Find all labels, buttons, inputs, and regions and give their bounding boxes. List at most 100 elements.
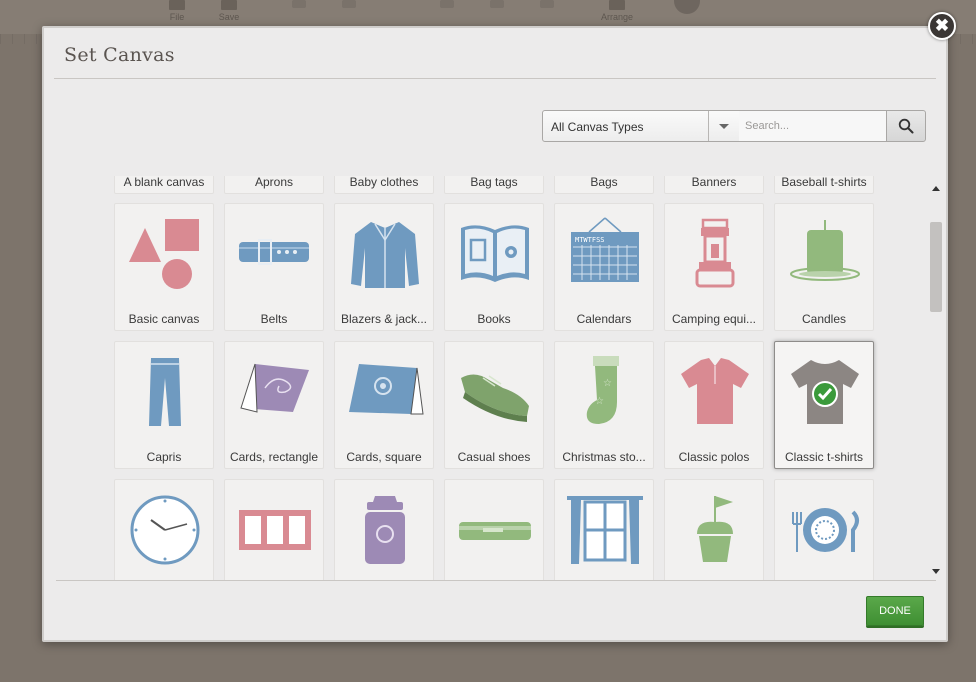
canvas-tile[interactable]: Baseball t-shirts	[774, 176, 874, 194]
canvas-tile[interactable]: A blank canvas	[114, 176, 214, 194]
arrange-icon	[609, 0, 625, 10]
stocking-icon: ☆ ☆	[586, 356, 619, 424]
canvas-tile[interactable]	[554, 479, 654, 580]
save-tool: Save	[214, 0, 244, 22]
jar-icon	[365, 496, 405, 564]
dropdown-toggle[interactable]	[708, 111, 739, 141]
canvas-tile-cards-square[interactable]: Cards, square	[334, 341, 434, 469]
tile-label: Baseball t-shirts	[781, 176, 867, 189]
toolbar-icon	[540, 0, 554, 8]
tile-label: Calendars	[576, 312, 632, 326]
scroll-up-icon[interactable]	[932, 186, 940, 191]
lantern-icon	[695, 218, 735, 288]
file-icon	[169, 0, 185, 10]
canvas-tile[interactable]	[774, 479, 874, 580]
canvas-tile[interactable]: Banners	[664, 176, 764, 194]
tile-label: Books	[477, 312, 511, 326]
canvas-tile-belts[interactable]: Belts	[224, 203, 324, 331]
save-label: Save	[218, 12, 240, 22]
toolbar-icon	[292, 0, 306, 8]
file-label: File	[169, 12, 185, 22]
canvas-tile-camping[interactable]: Camping equi...	[664, 203, 764, 331]
canvas-tile-cards-rectangle[interactable]: Cards, rectangle	[224, 341, 324, 469]
cupcake-icon	[697, 496, 733, 562]
footer-divider	[56, 580, 936, 581]
search-icon	[898, 118, 914, 134]
canvas-tile-candles[interactable]: Candles	[774, 203, 874, 331]
shapes-icon	[129, 219, 199, 289]
frame-icon	[239, 510, 311, 550]
tile-label: Belts	[260, 312, 288, 326]
tile-label: Christmas sto...	[562, 450, 646, 464]
arrange-menu: Arrange	[590, 0, 644, 22]
candle-icon	[790, 220, 860, 281]
tile-label: A blank canvas	[123, 176, 205, 189]
chevron-down-icon	[719, 124, 729, 129]
place-setting-icon	[792, 508, 859, 552]
clock-icon	[130, 495, 200, 565]
tile-label: Bags	[590, 176, 618, 189]
scrollbar-thumb[interactable]	[930, 222, 942, 312]
grid-scrollbar[interactable]	[928, 182, 944, 578]
star-icon: ☆	[595, 396, 604, 407]
tile-label: Aprons	[254, 176, 294, 189]
tile-label: Classic t-shirts	[784, 450, 863, 464]
toolbar-icon	[342, 0, 356, 8]
canvas-tile-capris[interactable]: Capris	[114, 341, 214, 469]
card-rectangle-icon	[240, 363, 309, 413]
arrange-label: Arrange	[600, 12, 634, 22]
tile-label: Camping equi...	[671, 312, 757, 326]
tile-label: Cards, rectangle	[229, 450, 319, 464]
tile-label: Baby clothes	[349, 176, 419, 189]
dialog-title: Set Canvas	[64, 44, 175, 66]
pants-icon	[149, 358, 181, 426]
tile-label: Bag tags	[470, 176, 518, 189]
tile-label: Basic canvas	[128, 312, 200, 326]
canvas-tile-calendars[interactable]: MTWTFSS Calendars	[554, 203, 654, 331]
canvas-tile[interactable]: Bag tags	[444, 176, 544, 194]
canvas-tile-blazers[interactable]: Blazers & jack...	[334, 203, 434, 331]
canvas-tile[interactable]	[664, 479, 764, 580]
calendar-days: MTWTFSS	[575, 236, 605, 244]
canvas-tile[interactable]	[224, 479, 324, 580]
canvas-tile-classic-polos[interactable]: Classic polos	[664, 341, 764, 469]
canvas-grid: A blank canvas Aprons Baby clothes Bag t…	[56, 176, 928, 580]
canvas-tile-classic-tshirts[interactable]: Classic t-shirts	[774, 341, 874, 469]
calendar-icon: MTWTFSS	[571, 217, 639, 282]
done-button[interactable]: DONE	[866, 596, 924, 626]
save-icon	[221, 0, 237, 10]
tile-label: Capris	[146, 450, 182, 464]
canvas-type-select[interactable]: All Canvas Types	[542, 110, 740, 142]
cutting-machine-icon	[459, 522, 531, 540]
tile-label: Cards, square	[346, 450, 422, 464]
search-input[interactable]	[739, 110, 887, 142]
canvas-tile[interactable]: Baby clothes	[334, 176, 434, 194]
shoe-icon	[461, 374, 529, 422]
book-icon	[461, 225, 529, 282]
canvas-tile-basic-canvas[interactable]: Basic canvas	[114, 203, 214, 331]
canvas-tile[interactable]	[444, 479, 544, 580]
canvas-tile-christmas-stocking[interactable]: ☆ ☆ Christmas sto...	[554, 341, 654, 469]
canvas-tile[interactable]	[114, 479, 214, 580]
tshirt-icon	[791, 360, 859, 424]
canvas-tile[interactable]: Aprons	[224, 176, 324, 194]
canvas-tile-books[interactable]: Books	[444, 203, 544, 331]
jacket-icon	[351, 222, 419, 288]
scroll-down-icon[interactable]	[932, 569, 940, 574]
star-icon: ☆	[603, 378, 612, 389]
belt-icon	[239, 239, 309, 265]
search-button[interactable]	[886, 110, 926, 142]
file-menu: File	[160, 0, 194, 22]
close-button[interactable]: ✖	[928, 12, 956, 40]
canvas-tile[interactable]: Bags	[554, 176, 654, 194]
toolbar-icon	[490, 0, 504, 8]
tile-label: Banners	[691, 176, 737, 189]
toolbar-icon	[440, 0, 454, 8]
toolbar-circle-icon	[674, 0, 700, 14]
tile-label: Candles	[801, 312, 847, 326]
card-square-icon	[349, 364, 424, 415]
polo-shirt-icon	[681, 358, 749, 424]
canvas-tile-casual-shoes[interactable]: Casual shoes	[444, 341, 544, 469]
title-divider	[54, 78, 936, 79]
canvas-tile[interactable]	[334, 479, 434, 580]
